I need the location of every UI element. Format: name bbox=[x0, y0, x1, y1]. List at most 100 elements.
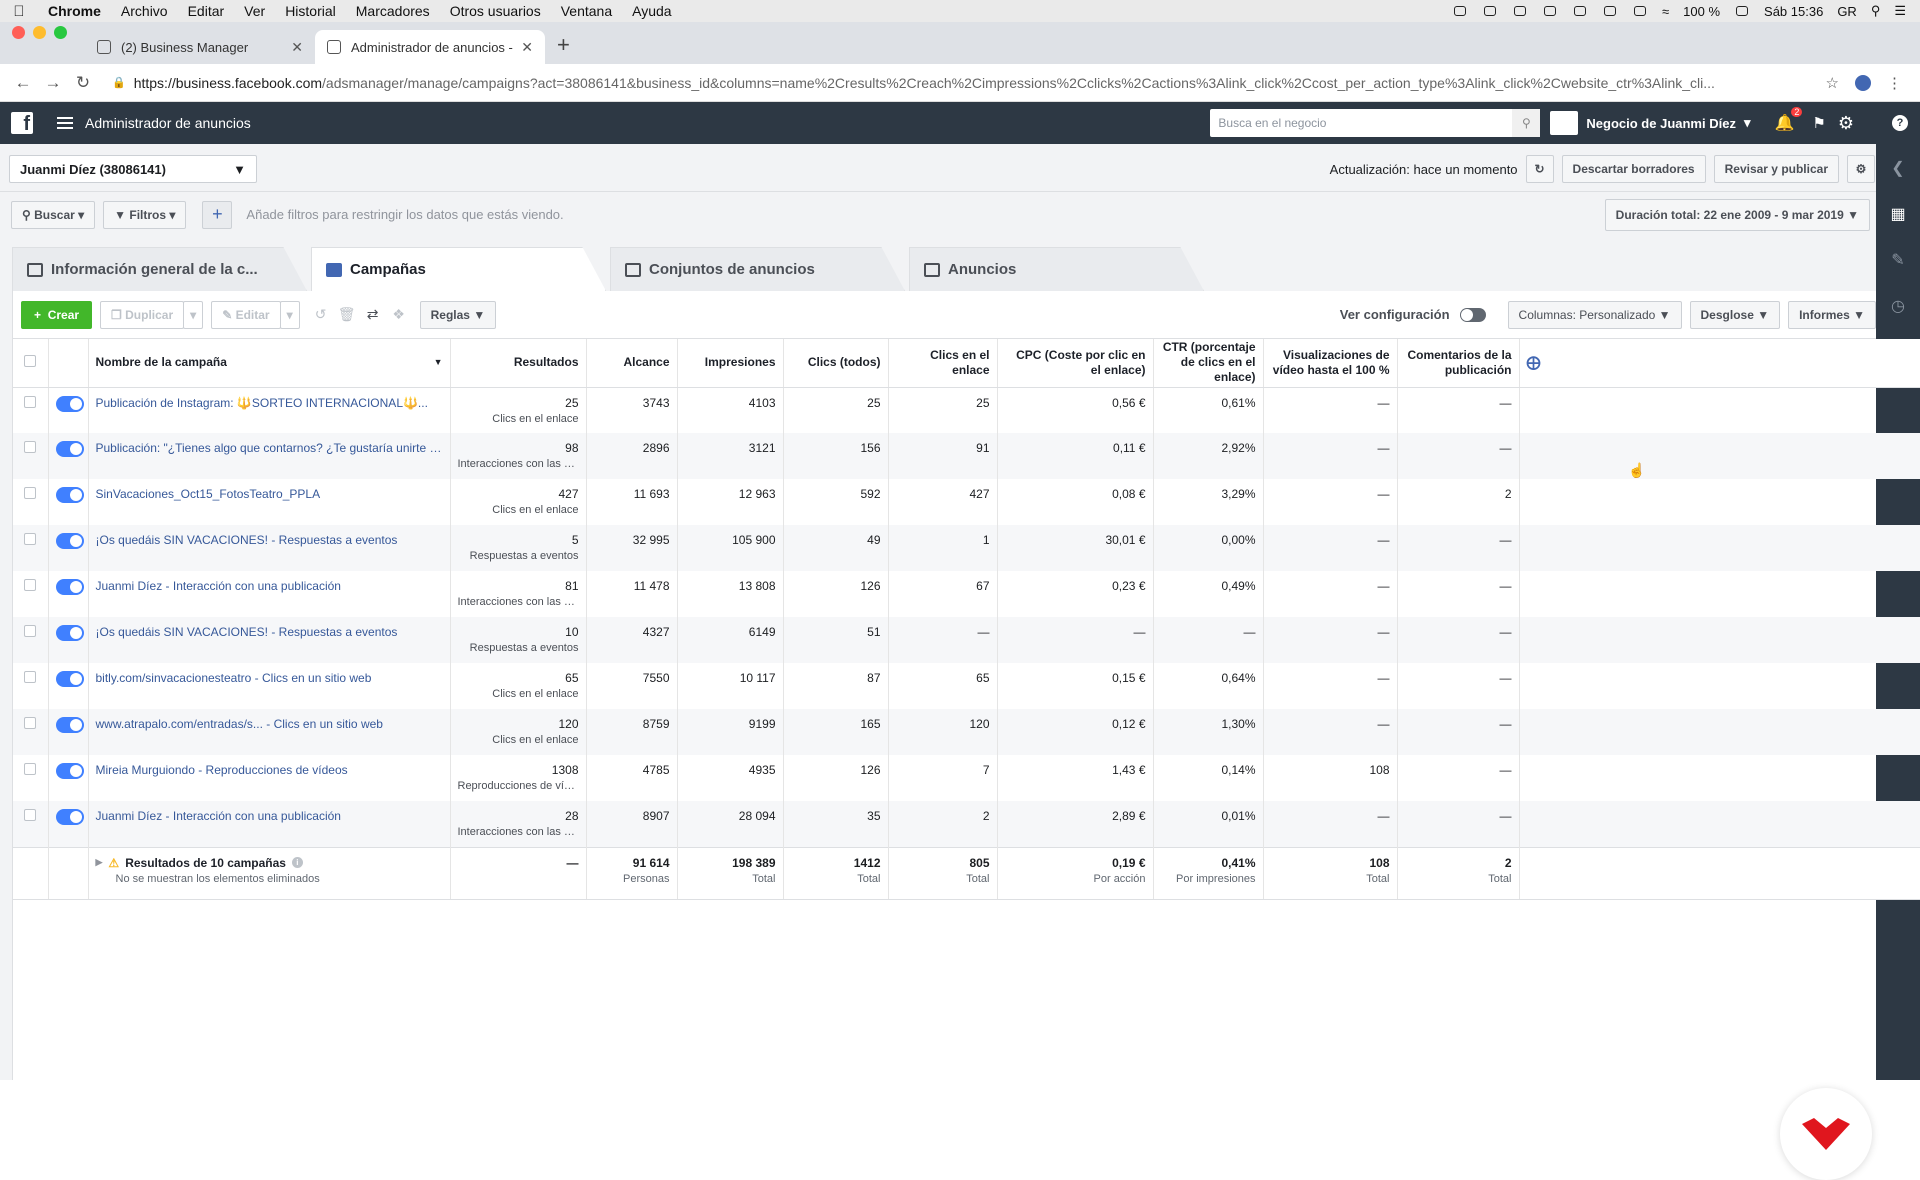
menu-marcadores[interactable]: Marcadores bbox=[346, 3, 440, 19]
column-header-video100[interactable]: Visualizaciones de vídeo hasta el 100 % bbox=[1263, 339, 1398, 388]
column-header-ctr[interactable]: CTR (porcentaje de clics en el enlace) bbox=[1153, 339, 1264, 388]
row-checkbox[interactable] bbox=[13, 433, 49, 479]
row-toggle[interactable] bbox=[48, 755, 89, 801]
settings-gear-icon[interactable]: ⚙ bbox=[1838, 113, 1854, 134]
campaign-name-link[interactable]: ¡Os quedáis SIN VACACIONES! - Respuestas… bbox=[88, 525, 451, 571]
row-checkbox[interactable] bbox=[13, 755, 49, 801]
row-checkbox[interactable] bbox=[13, 387, 49, 433]
table-row[interactable]: www.atrapalo.com/entradas/s... - Clics e… bbox=[13, 709, 1920, 755]
bookmark-star-icon[interactable]: ☆ bbox=[1826, 74, 1839, 92]
campaign-name-link[interactable]: Juanmi Díez - Interacción con una public… bbox=[88, 801, 451, 847]
campaign-name-link[interactable]: bitly.com/sinvacacionesteatro - Clics en… bbox=[88, 663, 451, 709]
menu-archivo[interactable]: Archivo bbox=[111, 3, 178, 19]
dropbox-icon[interactable] bbox=[1572, 4, 1588, 18]
edit-button[interactable]: ✎ Editar bbox=[211, 300, 281, 329]
address-bar[interactable]: https://business.facebook.com/adsmanager… bbox=[134, 75, 1824, 91]
trash-icon[interactable]: 🗑 bbox=[334, 301, 360, 329]
business-account-selector[interactable]: Negocio de Juanmi Díez ▾ bbox=[1550, 111, 1750, 135]
row-checkbox[interactable] bbox=[13, 709, 49, 755]
column-header-cpc[interactable]: CPC (Coste por clic en el enlace) bbox=[997, 339, 1154, 388]
campaign-name-link[interactable]: www.atrapalo.com/entradas/s... - Clics e… bbox=[88, 709, 451, 755]
menu-ver[interactable]: Ver bbox=[234, 3, 275, 19]
breakdown-dropdown-button[interactable]: Desglose ▼ bbox=[1689, 300, 1781, 329]
edit-pencil-icon[interactable]: ✎ bbox=[1891, 250, 1904, 270]
rules-dropdown-button[interactable]: Reglas ▼ bbox=[419, 300, 497, 329]
notifications-bell-icon[interactable]: 🔔 2 bbox=[1774, 107, 1803, 133]
help-icon[interactable]: ? bbox=[1892, 115, 1908, 131]
campaign-name-link[interactable]: ¡Os quedáis SIN VACACIONES! - Respuestas… bbox=[88, 617, 451, 663]
collapse-arrow-icon[interactable]: ❮ bbox=[1891, 158, 1904, 178]
campaign-name-link[interactable]: Juanmi Díez - Interacción con una public… bbox=[88, 571, 451, 617]
table-row[interactable]: SinVacaciones_Oct15_FotosTeatro_PPLA 427 C… bbox=[13, 479, 1920, 525]
row-toggle[interactable] bbox=[48, 525, 89, 571]
reports-dropdown-button[interactable]: Informes ▼ bbox=[1788, 300, 1876, 329]
campaign-name-link[interactable]: Mireia Murguiondo - Reproducciones de ví… bbox=[88, 755, 451, 801]
date-range-button[interactable]: Duración total: 22 ene 2009 - 9 mar 2019… bbox=[1604, 198, 1870, 231]
add-filter-button[interactable]: + bbox=[202, 200, 233, 229]
browser-tab-business-manager[interactable]: (2) Business Manager ✕ bbox=[85, 30, 315, 64]
chart-icon[interactable]: ▦ bbox=[1890, 204, 1905, 224]
tab-overview[interactable]: Información general de la c... bbox=[12, 247, 307, 291]
table-row[interactable]: bitly.com/sinvacacionesteatro - Clics en… bbox=[13, 663, 1920, 709]
search-dropdown-button[interactable]: ⚲ Buscar ▾ bbox=[11, 200, 96, 229]
row-toggle[interactable] bbox=[48, 387, 89, 433]
tab-ad-sets[interactable]: Conjuntos de anuncios bbox=[610, 247, 905, 291]
menu-editar[interactable]: Editar bbox=[178, 3, 235, 19]
toggle-on-switch[interactable] bbox=[55, 717, 84, 733]
table-row[interactable]: Juanmi Díez - Interacción con una public… bbox=[13, 571, 1920, 617]
ab-test-icon[interactable]: ⇄ bbox=[360, 301, 386, 329]
close-window-button[interactable] bbox=[12, 26, 25, 39]
sort-icon[interactable]: ▼ bbox=[434, 355, 443, 370]
table-row[interactable]: ¡Os quedáis SIN VACACIONES! - Respuestas… bbox=[13, 617, 1920, 663]
lock-icon[interactable]: 🔒 bbox=[112, 76, 126, 89]
table-row[interactable]: Juanmi Díez - Interacción con una public… bbox=[13, 801, 1920, 847]
flag-icon[interactable]: ⚑ bbox=[1812, 114, 1825, 132]
create-button[interactable]: + Crear bbox=[21, 300, 93, 329]
chrome-menu-icon[interactable]: ⋮ bbox=[1887, 74, 1902, 92]
history-clock-icon[interactable]: ◷ bbox=[1891, 296, 1905, 316]
info-icon[interactable]: i bbox=[291, 857, 303, 868]
toggle-on-switch[interactable] bbox=[55, 671, 84, 687]
filters-dropdown-button[interactable]: ▼ Filtros ▾ bbox=[103, 200, 187, 229]
add-column-header[interactable]: ⨁ bbox=[1519, 339, 1920, 388]
settings-gear-icon[interactable]: ⚙ bbox=[1847, 155, 1875, 183]
row-toggle[interactable] bbox=[48, 801, 89, 847]
record-icon[interactable] bbox=[1452, 4, 1468, 18]
row-toggle[interactable] bbox=[48, 617, 89, 663]
floating-red-logo[interactable] bbox=[1780, 1088, 1872, 1180]
column-header-comments[interactable]: Comentarios de la publicación bbox=[1397, 339, 1520, 388]
creative-cloud-icon[interactable] bbox=[1512, 4, 1528, 18]
reload-icon[interactable]: ↻ bbox=[68, 73, 98, 93]
toggle-on-switch[interactable] bbox=[55, 763, 84, 779]
row-checkbox[interactable] bbox=[13, 479, 49, 525]
campaign-name-link[interactable]: SinVacaciones_Oct15_FotosTeatro_PPLA bbox=[88, 479, 451, 525]
revert-icon[interactable]: ↺ bbox=[308, 301, 334, 329]
column-header-name[interactable]: Nombre de la campaña ▼ bbox=[88, 339, 451, 388]
row-toggle[interactable] bbox=[48, 709, 89, 755]
edit-menu-button[interactable]: ▾ bbox=[279, 300, 300, 329]
spotlight-search-icon[interactable]: ⚲ bbox=[1871, 3, 1881, 19]
toggle-on-switch[interactable] bbox=[55, 625, 84, 641]
row-toggle[interactable] bbox=[48, 433, 89, 479]
table-row[interactable]: Mireia Murguiondo - Reproducciones de ví… bbox=[13, 755, 1920, 801]
battery-percent[interactable]: 100 % bbox=[1683, 4, 1720, 19]
row-checkbox[interactable] bbox=[13, 801, 49, 847]
row-checkbox[interactable] bbox=[13, 663, 49, 709]
hamburger-menu-icon[interactable] bbox=[57, 117, 73, 129]
maximize-window-button[interactable] bbox=[54, 26, 67, 39]
browser-tab-ads-manager[interactable]: Administrador de anuncios - A ✕ bbox=[315, 30, 545, 64]
duplicate-button[interactable]: ❐ Duplicar bbox=[100, 300, 185, 329]
app-icon[interactable] bbox=[1542, 4, 1558, 18]
input-locale[interactable]: GR bbox=[1837, 4, 1857, 19]
table-row[interactable]: Publicación de Instagram: 🔱SORTEO INTERN… bbox=[13, 387, 1920, 433]
row-checkbox[interactable] bbox=[13, 571, 49, 617]
review-publish-button[interactable]: Revisar y publicar bbox=[1713, 155, 1839, 183]
business-search-input[interactable]: Busca en el negocio ⚲ bbox=[1210, 109, 1541, 137]
display-icon[interactable] bbox=[1482, 4, 1498, 18]
row-toggle[interactable] bbox=[48, 663, 89, 709]
tab-ads[interactable]: Anuncios bbox=[909, 247, 1204, 291]
columns-dropdown-button[interactable]: Columnas: Personalizado ▼ bbox=[1507, 300, 1682, 329]
ad-account-selector[interactable]: Juanmi Díez (38086141) ▼ bbox=[9, 155, 257, 183]
menu-historial[interactable]: Historial bbox=[275, 3, 346, 19]
toggle-on-switch[interactable] bbox=[55, 487, 84, 503]
